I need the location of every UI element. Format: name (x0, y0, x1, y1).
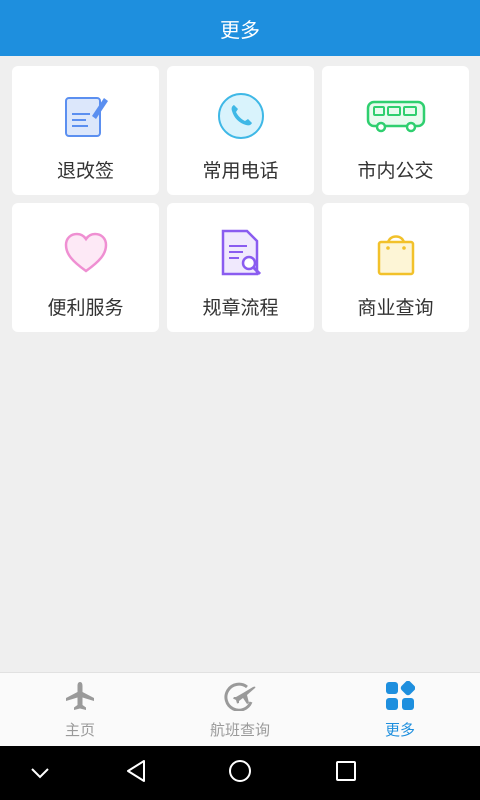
service-grid: 退改签 常用电话 市内公交 便利服务 规章流程 商业查询 (12, 66, 469, 332)
refund-edit-icon (56, 90, 116, 142)
tab-label: 航班查询 (209, 720, 270, 739)
grid-more-icon (385, 680, 416, 715)
back-button[interactable] (118, 746, 154, 800)
grid-item-business-query[interactable]: 商业查询 (322, 203, 469, 332)
flight-query-icon (223, 681, 257, 715)
shopping-bag-icon (366, 227, 426, 279)
recents-button[interactable] (328, 746, 364, 800)
grid-item-label: 市内公交 (357, 160, 434, 182)
home-circle-icon (228, 759, 252, 787)
collapse-button[interactable] (22, 746, 58, 800)
airplane-icon (64, 681, 96, 715)
grid-item-label: 退改签 (56, 160, 114, 182)
app-header: 更多 (0, 0, 480, 56)
back-triangle-icon (125, 759, 147, 787)
grid-item-label: 商业查询 (357, 297, 434, 319)
bottom-tab-bar: 主页 航班查询 更多 (0, 672, 480, 747)
tab-label: 更多 (384, 720, 415, 739)
home-button[interactable] (222, 746, 258, 800)
chevron-down-icon (30, 764, 50, 783)
grid-item-label: 规章流程 (202, 297, 279, 319)
grid-item-label: 常用电话 (202, 160, 279, 182)
grid-item-refund-change[interactable]: 退改签 (12, 66, 159, 195)
grid-item-regulations[interactable]: 规章流程 (167, 203, 314, 332)
grid-item-convenience[interactable]: 便利服务 (12, 203, 159, 332)
page-title: 更多 (220, 17, 260, 42)
phone-icon (211, 90, 271, 142)
tab-flight-query[interactable]: 航班查询 (160, 673, 320, 747)
grid-item-city-bus[interactable]: 市内公交 (322, 66, 469, 195)
document-search-icon (211, 227, 271, 279)
grid-item-phone[interactable]: 常用电话 (167, 66, 314, 195)
grid-item-label: 便利服务 (47, 297, 124, 319)
heart-icon (56, 227, 116, 279)
recents-square-icon (335, 760, 357, 786)
tab-label: 主页 (64, 720, 95, 739)
tab-more[interactable]: 更多 (320, 673, 480, 747)
system-nav-bar (0, 746, 480, 800)
tab-home[interactable]: 主页 (0, 673, 160, 747)
bus-icon (366, 90, 426, 142)
